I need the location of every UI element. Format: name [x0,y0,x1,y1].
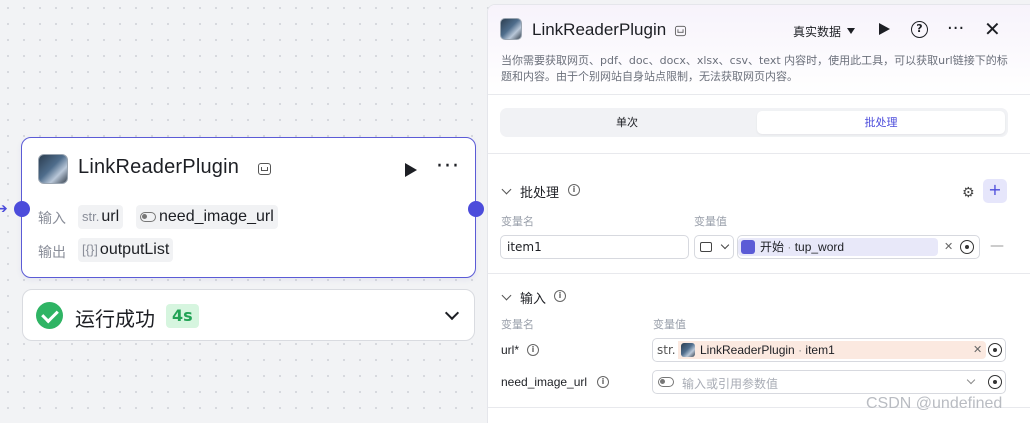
caret-down-icon[interactable] [847,28,855,34]
info-icon[interactable]: i [527,344,539,356]
store-icon[interactable] [258,163,271,175]
node-title: LinkReaderPlugin [78,156,240,178]
remove-row-button[interactable]: — [990,238,1004,254]
workflow-canvas[interactable]: ➔ LinkReaderPlugin ··· 输入 str. url need_i… [0,0,487,423]
run-mode-tabs: 单次 批处理 [500,108,1008,137]
url-value-ref[interactable]: str. LinkReaderPlugin · item1 ✕ [652,338,1006,362]
batch-variable-value-ref[interactable]: 开始 · tup_word ✕ [737,235,980,259]
start-node-icon [741,240,755,254]
batch-section-title: 批处理 [520,186,560,201]
store-icon[interactable] [674,25,687,37]
success-check-icon [36,302,63,329]
plugin-avatar-icon [500,18,522,40]
run-node-button[interactable] [405,163,417,177]
info-icon[interactable]: i [568,184,580,196]
reference-chip: LinkReaderPlugin · item1 [678,341,986,359]
variable-picker-icon[interactable] [960,240,974,254]
input-name: url [101,208,120,225]
collapse-chevron-icon[interactable] [501,290,512,301]
panel-title: LinkReaderPlugin [532,20,667,39]
run-result-bar[interactable]: 运行成功 4s [22,289,475,341]
param-label-need-image-url: need_image_url [501,375,588,389]
input-placeholder: 输入或引用参数值 [682,377,779,391]
more-options-button[interactable]: ··· [436,154,460,179]
input-name: need_image_url [159,208,274,225]
type-prefix: str. [82,209,100,224]
divider [488,94,1030,95]
info-icon[interactable]: i [597,376,609,388]
watermark: CSDN @undefined [866,395,1003,412]
run-duration-badge: 4s [166,304,199,328]
close-icon[interactable]: ✕ [984,17,1001,41]
help-icon[interactable]: ? [911,21,928,38]
add-batch-variable-button[interactable]: + [983,179,1007,203]
output-port[interactable] [468,201,484,217]
run-status-text: 运行成功 [75,307,155,331]
incoming-arrow-icon: ➔ [0,201,8,217]
batch-variable-name-input[interactable]: item1 [500,235,689,259]
chevron-down-icon[interactable] [444,305,460,321]
type-icon [700,242,712,252]
column-header-value: 变量值 [694,215,727,228]
info-icon[interactable]: i [554,290,566,302]
type-prefix: str. [657,343,676,357]
clear-reference-button[interactable]: ✕ [944,240,953,253]
reference-chip: 开始 · tup_word [738,238,938,256]
plugin-avatar-icon [38,154,68,184]
value-type-select[interactable] [694,235,734,259]
input-tag-need-image-url: need_image_url [136,205,278,229]
plugin-avatar-icon [681,343,695,357]
column-header-name: 变量名 [501,318,534,331]
column-header-name: 变量名 [501,215,534,228]
divider [488,273,1030,274]
variable-picker-icon[interactable] [988,343,1002,357]
chevron-down-icon [720,240,730,250]
toggle-icon [140,212,156,222]
output-name: outputList [99,241,170,258]
output-tag-outputlist: [{}] outputList [78,238,174,262]
input-label: 输入 [38,211,66,227]
input-tag-url: str. url [78,205,124,229]
tab-batch[interactable]: 批处理 [757,111,1005,134]
node-detail-panel: LinkReaderPlugin 真实数据 ? ··· ✕ 当你需要获取网页、p… [487,4,1030,423]
data-mode-select[interactable]: 真实数据 [793,23,841,40]
run-button[interactable] [879,23,890,35]
column-header-value: 变量值 [653,318,686,331]
toggle-icon[interactable] [658,377,674,387]
collapse-chevron-icon[interactable] [501,184,512,195]
gear-icon[interactable]: ⚙ [962,185,975,201]
output-label: 输出 [38,245,66,261]
chevron-down-icon[interactable] [966,375,976,385]
need-image-url-input[interactable]: 输入或引用参数值 [652,370,1006,394]
input-section-title: 输入 [520,292,547,307]
param-label-url: url* [501,343,520,357]
type-prefix: [{}] [82,242,98,257]
plugin-description: 当你需要获取网页、pdf、doc、docx、xlsx、csv、text 内容时，… [501,54,1008,83]
input-port[interactable] [14,201,30,217]
plugin-node-card[interactable]: LinkReaderPlugin ··· 输入 str. url need_ima… [21,137,476,278]
clear-reference-button[interactable]: ✕ [973,343,982,356]
variable-picker-icon[interactable] [988,375,1002,389]
tab-single[interactable]: 单次 [503,111,751,134]
divider [488,153,1030,154]
more-options-button[interactable]: ··· [947,18,964,39]
